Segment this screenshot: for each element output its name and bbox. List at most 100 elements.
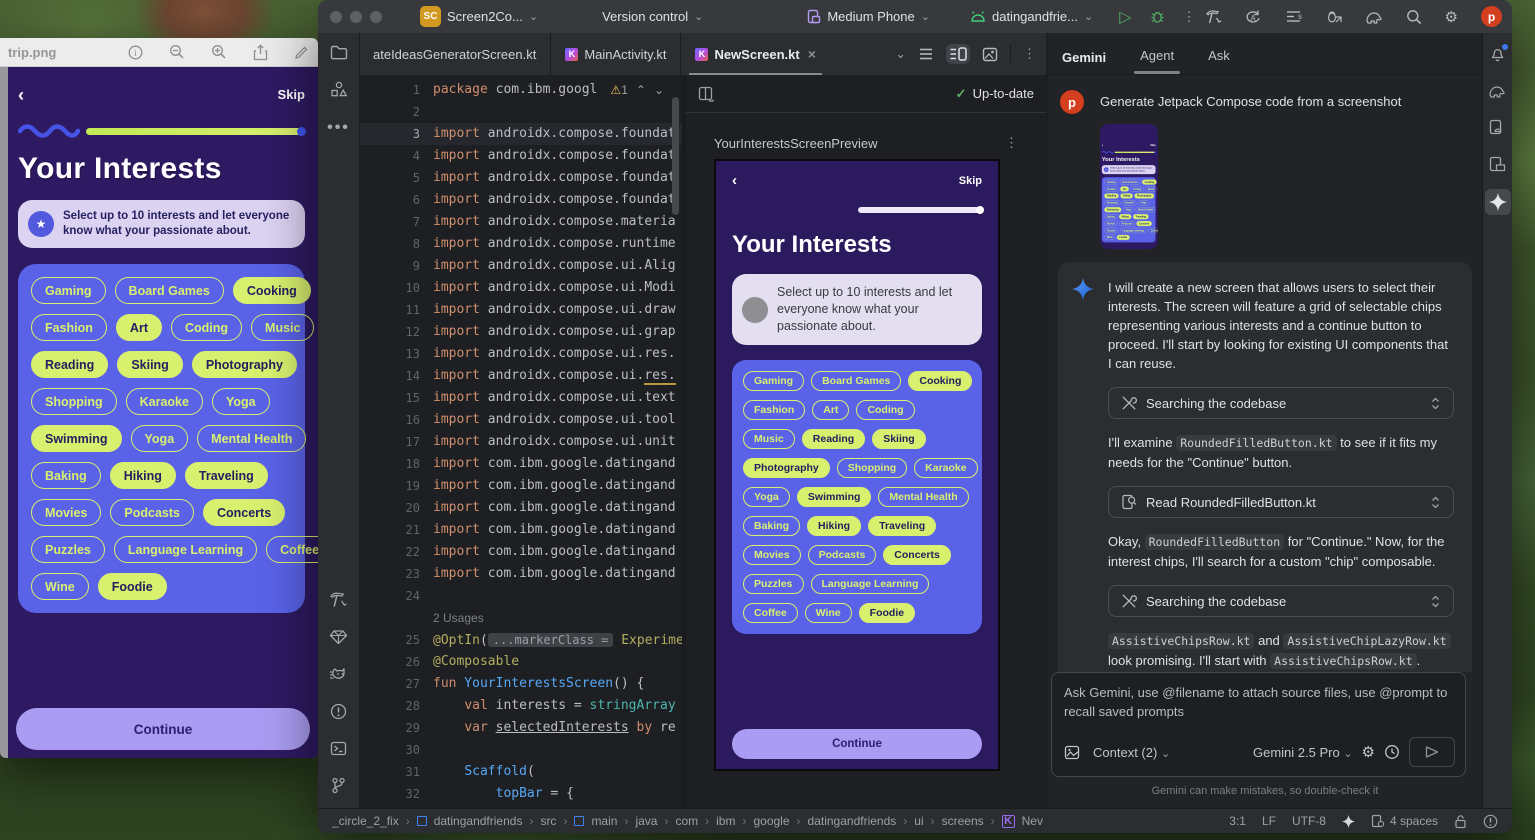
gemini-chat[interactable]: p Generate Jetpack Compose code from a s… [1048,75,1482,672]
design-view-icon[interactable] [982,47,998,62]
code-line[interactable]: 13import androidx.compose.ui.res. [360,343,682,365]
code-line[interactable]: 2 Usages [360,607,682,629]
attach-debugger-icon[interactable] [1325,9,1342,25]
markup-pencil-icon[interactable] [294,44,310,60]
code-line[interactable]: 7import androidx.compose.materia [360,211,682,233]
gemini-prompt-input[interactable]: Ask Gemini, use @filename to attach sour… [1051,672,1466,777]
window-controls[interactable] [330,11,382,23]
tabs-dropdown-icon[interactable]: ⌄ [895,46,906,62]
lock-icon[interactable] [1454,814,1467,829]
code-line[interactable]: 22import com.ibm.google.datingand [360,541,682,563]
build-tool-icon[interactable] [329,591,348,608]
problems-icon[interactable] [330,703,347,720]
editor-options-icon[interactable]: ⋮ [1023,46,1036,62]
alert-circle-icon[interactable] [1483,814,1498,829]
preview-composable-name[interactable]: YourInterestsScreenPreview [714,136,878,151]
editor-scrollbar[interactable] [672,97,679,215]
code-line[interactable]: 31 Scaffold( [360,761,682,783]
info-icon[interactable]: i [128,45,143,60]
code-line[interactable]: 3import androidx.compose.foundat [360,123,682,145]
expand-collapse-icon[interactable] [1430,396,1441,411]
project-tool-icon[interactable] [330,45,348,60]
tab-dateideasgeneratorscreen[interactable]: ateIdeasGeneratorScreen.kt [359,33,550,75]
breadcrumb-item[interactable]: com [675,814,698,828]
split-editor-icon[interactable] [698,86,714,102]
run-button[interactable]: ▷ [1119,7,1131,27]
breadcrumb-item[interactable]: src [540,814,556,828]
tool-call-collapsible[interactable]: Searching the codebase [1108,585,1454,617]
version-control-branch-icon[interactable] [331,777,346,794]
zoom-in-icon[interactable] [211,44,227,60]
tab-mainactivity[interactable]: K MainActivity.kt [551,33,680,75]
settings-gear-icon[interactable]: ⚙ [1445,8,1458,26]
code-line[interactable]: 5import androidx.compose.foundat [360,167,682,189]
debug-button[interactable] [1150,9,1165,24]
tool-call-collapsible[interactable]: Read RoundedFilledButton.kt [1108,486,1454,518]
code-line[interactable]: 4import androidx.compose.foundat [360,145,682,167]
code-line[interactable]: 27fun YourInterestsScreen() { [360,673,682,695]
code-editor[interactable]: 1package com.ibm.googl23import androidx.… [360,75,682,808]
code-line[interactable]: 20import com.ibm.google.datingand [360,497,682,519]
build-hammer-icon[interactable] [1205,9,1222,25]
layout-inspector-icon[interactable] [1489,156,1506,172]
breadcrumb-item[interactable]: google [753,814,789,828]
inspection-widget[interactable]: ⚠1 ⌃ ⌄ [606,81,668,99]
zoom-out-icon[interactable] [169,44,185,60]
code-line[interactable]: 24 [360,585,682,607]
more-actions-icon[interactable]: ⋮ [1183,9,1196,25]
expand-collapse-icon[interactable] [1430,594,1441,609]
breadcrumb-item[interactable]: main [591,814,617,828]
code-line[interactable]: 28 val interests = stringArray [360,695,682,717]
line-ending[interactable]: LF [1262,814,1276,828]
profiler-icon[interactable]: s [1285,9,1302,24]
project-widget[interactable]: SC Screen2Co... ⌄ [420,6,538,27]
code-line[interactable]: 12import androidx.compose.ui.grap [360,321,682,343]
prev-problem-icon[interactable]: ⌃ [636,83,646,97]
close-tab-icon[interactable]: × [808,46,816,62]
code-line[interactable]: 6import androidx.compose.foundat [360,189,682,211]
model-selector[interactable]: Gemini 2.5 Pro ⌄ [1253,745,1353,760]
code-line[interactable]: 25@OptIn(...markerClass = Experiment [360,629,682,651]
indent-widget[interactable]: 4 spaces [1371,814,1438,828]
tab-agent[interactable]: Agent [1140,48,1174,65]
code-line[interactable]: 14import androidx.compose.ui.res. [360,365,682,387]
breadcrumb[interactable]: _circle_2_fix›datingandfriends›src›main›… [332,814,1043,828]
tab-ask[interactable]: Ask [1208,48,1230,65]
code-line[interactable]: 11import androidx.compose.ui.draw [360,299,682,321]
code-line[interactable]: 29 var selectedInterests by re [360,717,682,739]
preview-options-icon[interactable]: ⋮ [1005,135,1018,151]
code-line[interactable]: 2 [360,101,682,123]
context-selector[interactable]: Context (2) ⌄ [1093,745,1170,760]
tab-newscreen[interactable]: K NewScreen.kt × [681,33,829,75]
resource-manager-icon[interactable] [330,81,348,98]
code-line[interactable]: 15import androidx.compose.ui.text [360,387,682,409]
run-config-selector[interactable]: datingandfrie... ⌄ [970,9,1093,24]
code-line[interactable]: 9import androidx.compose.ui.Alig [360,255,682,277]
split-view-icon[interactable] [946,44,970,64]
attach-image-icon[interactable] [1064,745,1080,760]
gemini-settings-icon[interactable]: ⚙ [1362,743,1375,761]
history-clock-icon[interactable] [1384,744,1400,760]
vcs-widget[interactable]: Version control ⌄ [602,9,703,24]
app-insights-gem-icon[interactable] [329,629,348,645]
gemini-status-icon[interactable] [1342,815,1355,828]
screenshot-thumbnail[interactable]: ‹SkipYour Interests★Select up to 10 inte… [1100,124,1158,249]
code-line[interactable]: 30 [360,739,682,761]
more-tool-windows-icon[interactable]: ••• [327,119,350,137]
breadcrumb-item[interactable]: _circle_2_fix [332,814,399,828]
gradle-sync-icon[interactable] [1365,9,1383,24]
terminal-icon[interactable] [330,741,347,756]
breadcrumb-item[interactable]: Nev [1022,814,1043,828]
code-line[interactable]: 26@Composable [360,651,682,673]
next-problem-icon[interactable]: ⌄ [654,83,664,97]
logcat-cat-icon[interactable] [329,666,349,682]
code-line[interactable]: 19import com.ibm.google.datingand [360,475,682,497]
user-avatar[interactable]: p [1481,6,1502,27]
code-line[interactable]: 8import androidx.compose.runtime [360,233,682,255]
gemini-toolwindow-icon[interactable] [1485,189,1511,215]
notifications-bell-icon[interactable] [1489,46,1506,62]
code-view-icon[interactable] [918,47,934,61]
send-button[interactable] [1409,737,1455,767]
search-everywhere-icon[interactable] [1406,9,1422,25]
code-line[interactable]: 16import androidx.compose.ui.tool [360,409,682,431]
